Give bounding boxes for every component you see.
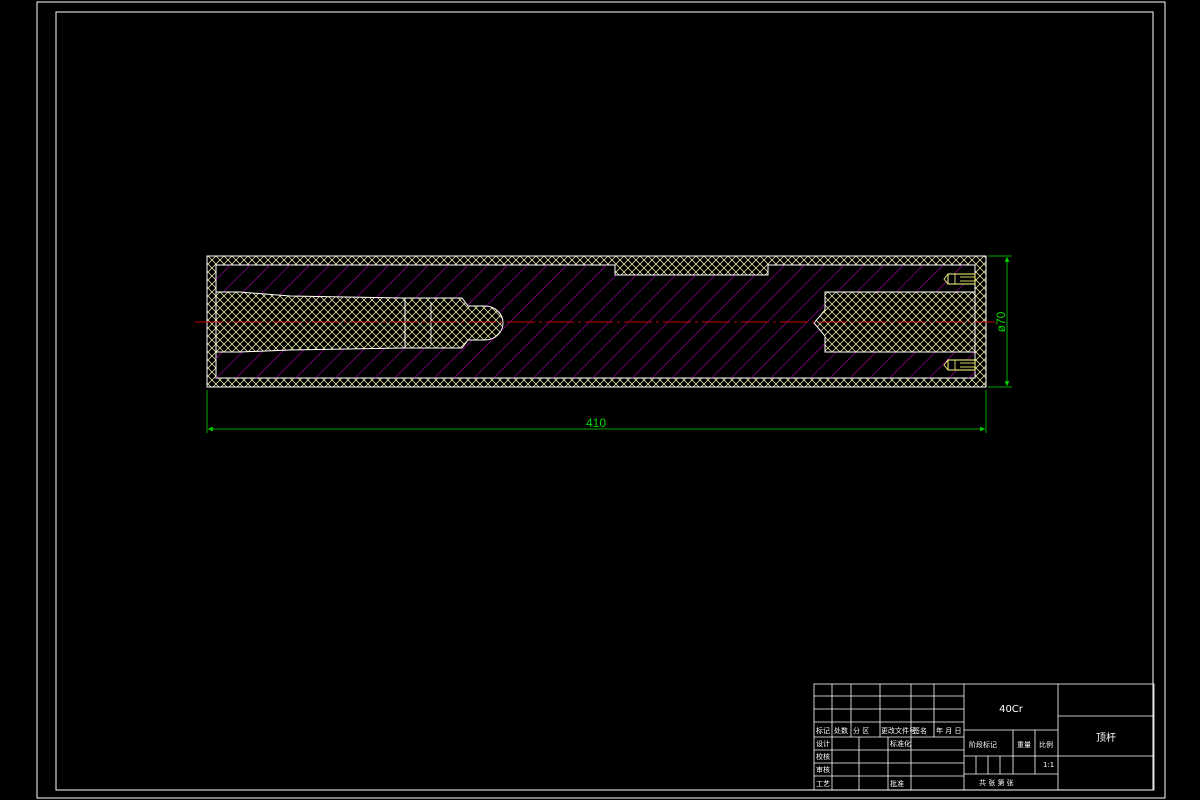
- weight-label: 重量: [1017, 741, 1031, 749]
- sheet-info: 共 张 第 张: [979, 778, 1014, 787]
- part-name-label: 顶杆: [1096, 732, 1116, 744]
- length-dimension: 410: [206, 390, 987, 433]
- screw-hole-top: [943, 273, 976, 285]
- role-design: 设计: [816, 739, 830, 748]
- outer-frame: [36, 1, 1166, 799]
- title-block-text: 标记 处数 分 区 更改文件号 签名 年 月 日 设计 校核 审核 工艺 标准化…: [816, 704, 1116, 788]
- header-count: 处数: [834, 726, 848, 735]
- header-signature: 签名: [913, 726, 927, 735]
- material-label: 40Cr: [999, 704, 1024, 715]
- header-change-doc: 更改文件号: [881, 726, 916, 735]
- scale-value: 1:1: [1043, 761, 1054, 769]
- ratio-label: 比例: [1039, 740, 1053, 749]
- part-section-view: [195, 255, 995, 388]
- inner-frame: [55, 11, 1154, 791]
- role-check: 校核: [816, 752, 830, 761]
- header-mark: 标记: [816, 726, 830, 735]
- diameter-dimension-label: ø70: [994, 311, 1008, 332]
- role-process: 工艺: [816, 780, 830, 788]
- length-dimension-label: 410: [586, 416, 606, 430]
- role-review: 审核: [816, 765, 830, 774]
- cad-drawing: 410 ø70 标记 处数 分 区 更改文件号 签名 年 月 日 设计 校核 审…: [36, 1, 1166, 799]
- standardization-label: 标准化: [890, 739, 911, 748]
- stage-mark-label: 阶段标记: [969, 740, 997, 749]
- header-zone: 分 区: [853, 726, 869, 735]
- screw-hole-bottom: [943, 359, 976, 371]
- header-date: 年 月 日: [936, 726, 961, 735]
- approval-label: 批准: [890, 779, 904, 788]
